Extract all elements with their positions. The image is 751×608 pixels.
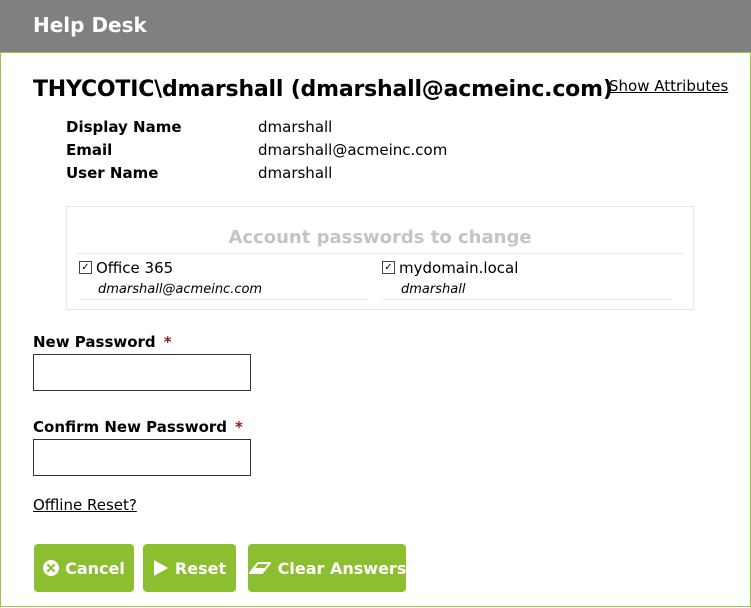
- cancel-button-label: Cancel: [65, 558, 125, 578]
- detail-value: dmarshall: [258, 164, 333, 182]
- header-bar: Help Desk: [0, 0, 751, 53]
- divider: [77, 253, 683, 254]
- account-user: dmarshall: [401, 282, 466, 297]
- checkbox-checked-icon[interactable]: ✓: [79, 261, 92, 274]
- eraser-icon: [248, 560, 272, 576]
- account-name: Office 365: [96, 259, 174, 277]
- confirm-password-label-text: Confirm New Password: [33, 418, 228, 436]
- reset-button-label: Reset: [174, 558, 227, 578]
- confirm-password-input[interactable]: [33, 439, 251, 476]
- detail-value: dmarshall@acmeinc.com: [258, 141, 448, 159]
- new-password-label: New Password *: [33, 333, 172, 351]
- account-item-mydomain: ✓ mydomain.local dmarshall: [382, 257, 672, 300]
- detail-label: Display Name: [66, 118, 182, 136]
- checkbox-checked-icon[interactable]: ✓: [382, 261, 395, 274]
- account-name: mydomain.local: [399, 259, 519, 277]
- detail-value: dmarshall: [258, 118, 333, 136]
- confirm-password-label: Confirm New Password *: [33, 418, 243, 436]
- new-password-input[interactable]: [33, 354, 251, 391]
- required-marker: *: [163, 333, 172, 351]
- x-icon: [43, 560, 60, 576]
- account-user: dmarshall@acmeinc.com: [98, 282, 263, 297]
- accounts-heading: Account passwords to change: [228, 227, 532, 248]
- clear-answers-button[interactable]: Clear Answers: [248, 544, 406, 592]
- app-title: Help Desk: [33, 13, 147, 37]
- user-heading: THYCOTIC\dmarshall (dmarshall@acmeinc.co…: [33, 77, 613, 102]
- detail-label: Email: [66, 141, 113, 159]
- reset-button[interactable]: Reset: [143, 544, 236, 592]
- cancel-button[interactable]: Cancel: [34, 544, 134, 592]
- new-password-label-text: New Password: [33, 333, 156, 351]
- play-icon: [153, 559, 169, 577]
- offline-reset-link[interactable]: Offline Reset?: [33, 496, 137, 514]
- account-item-office365: ✓ Office 365 dmarshall@acmeinc.com: [79, 257, 367, 300]
- detail-label: User Name: [66, 164, 159, 182]
- clear-answers-button-label: Clear Answers: [277, 558, 407, 578]
- required-marker: *: [235, 418, 243, 436]
- accounts-panel: Account passwords to change ✓ Office 365…: [66, 206, 694, 310]
- show-attributes-link[interactable]: Show Attributes: [609, 77, 728, 95]
